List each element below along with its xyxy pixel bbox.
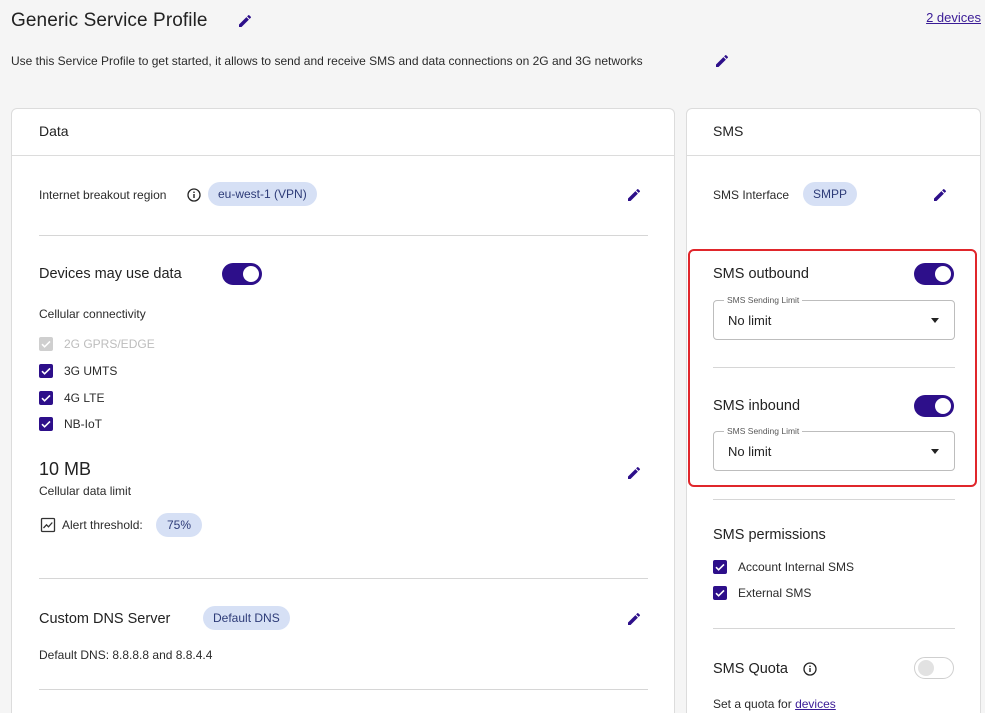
- divider: [39, 235, 648, 236]
- checkbox-external-sms[interactable]: [713, 586, 727, 600]
- highlight-box: [688, 249, 977, 487]
- alert-threshold-label: Alert threshold:: [62, 518, 143, 532]
- breakout-region-chip: eu-west-1 (VPN): [208, 182, 317, 206]
- data-card: Data Internet breakout region eu-west-1 …: [11, 108, 675, 713]
- sms-interface-chip: SMPP: [803, 182, 858, 206]
- edit-breakout-icon[interactable]: [626, 187, 642, 203]
- info-icon[interactable]: [187, 188, 201, 202]
- edit-dns-icon[interactable]: [626, 611, 642, 627]
- dns-title: Custom DNS Server: [39, 611, 171, 627]
- checkbox-2g: [39, 337, 53, 351]
- alert-threshold-chip: 75%: [156, 513, 203, 537]
- sms-quota-title: SMS Quota: [713, 661, 788, 677]
- divider: [39, 578, 648, 579]
- checkbox-4g[interactable]: [39, 391, 53, 405]
- divider: [713, 628, 955, 629]
- data-card-title: Data: [12, 109, 674, 156]
- sms-card-title: SMS: [687, 109, 980, 156]
- dns-detail: Default DNS: 8.8.8.8 and 8.8.4.4: [39, 648, 213, 662]
- sms-permissions-title: SMS permissions: [713, 527, 826, 543]
- edit-description-icon[interactable]: [714, 53, 730, 69]
- breakout-region-label: Internet breakout region: [39, 188, 167, 202]
- divider: [713, 499, 955, 500]
- edit-title-icon[interactable]: [237, 13, 253, 29]
- sms-quota-text: Set a quota for devices: [713, 697, 836, 711]
- sms-interface-label: SMS Interface: [713, 188, 790, 202]
- sms-quota-text-prefix: Set a quota for: [713, 697, 792, 711]
- cellular-connectivity-label: Cellular connectivity: [39, 307, 146, 321]
- edit-data-limit-icon[interactable]: [626, 465, 642, 481]
- devices-link[interactable]: 2 devices: [926, 10, 981, 25]
- trend-icon: [40, 517, 56, 533]
- data-limit-value: 10 MB: [39, 459, 92, 479]
- dns-chip: Default DNS: [203, 606, 290, 630]
- info-icon[interactable]: [803, 662, 817, 676]
- devices-link-quota[interactable]: devices: [795, 697, 836, 711]
- sms-quota-toggle[interactable]: [914, 657, 954, 679]
- checkbox-external-sms-label: External SMS: [738, 586, 812, 600]
- page-description: Use this Service Profile to get started,…: [11, 54, 643, 68]
- page-title: Generic Service Profile: [11, 10, 208, 31]
- checkbox-4g-label: 4G LTE: [64, 391, 105, 405]
- checkbox-nbiot-label: NB-IoT: [64, 417, 103, 431]
- devices-may-use-data-label: Devices may use data: [39, 266, 182, 282]
- checkbox-nbiot[interactable]: [39, 417, 53, 431]
- checkbox-3g[interactable]: [39, 364, 53, 378]
- checkbox-internal-sms[interactable]: [713, 560, 727, 574]
- checkbox-internal-sms-label: Account Internal SMS: [738, 560, 855, 574]
- checkbox-3g-label: 3G UMTS: [64, 364, 118, 378]
- data-limit-label: Cellular data limit: [39, 484, 132, 498]
- checkbox-2g-label: 2G GPRS/EDGE: [64, 337, 155, 351]
- edit-sms-interface-icon[interactable]: [932, 187, 948, 203]
- divider: [39, 689, 648, 690]
- devices-may-use-data-toggle[interactable]: [222, 263, 262, 285]
